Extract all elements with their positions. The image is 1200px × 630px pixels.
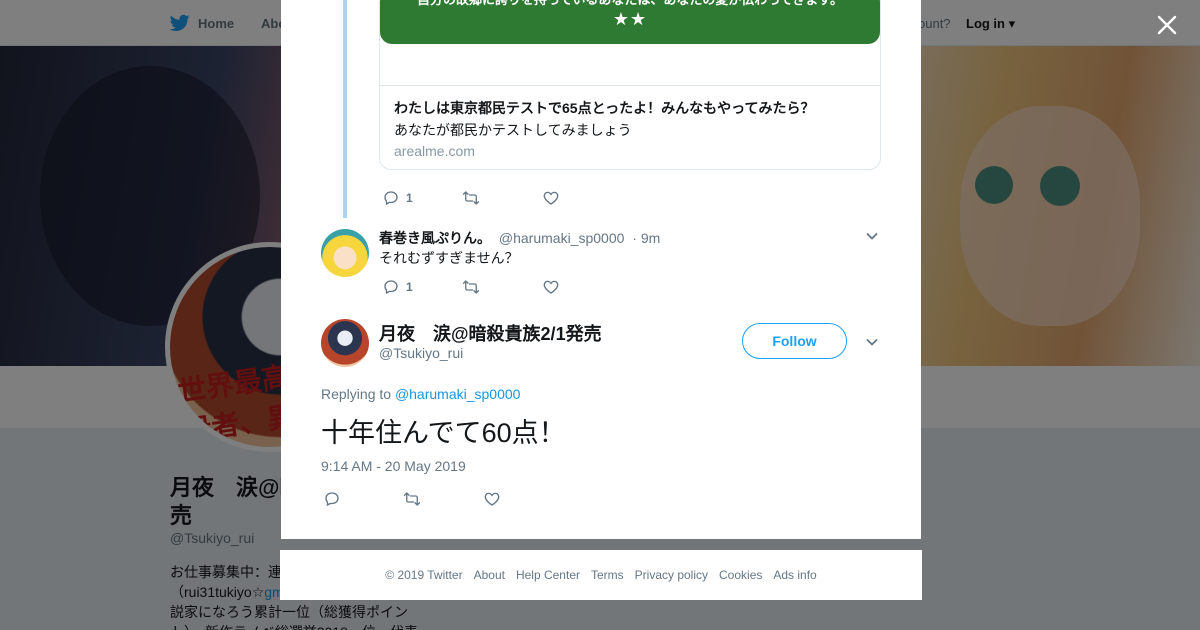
main-author-name[interactable]: 月夜 涙@暗殺貴族2/1発売 xyxy=(379,320,602,346)
like-button[interactable] xyxy=(483,490,563,508)
retweet-button[interactable] xyxy=(462,278,542,296)
close-icon xyxy=(1157,15,1177,35)
card-domain: arealme.com xyxy=(394,143,475,159)
thread-connector xyxy=(343,0,347,218)
replying-handle-link[interactable]: @harumaki_sp0000 xyxy=(395,386,521,402)
close-modal-button[interactable] xyxy=(1154,12,1180,38)
reply-button[interactable]: 1 xyxy=(382,278,462,296)
chevron-down-icon[interactable] xyxy=(865,335,879,349)
reply-tweet-header: 春巻き風ぷりん。 @harumaki_sp0000 · 9m xyxy=(379,228,660,248)
reply-tweet-text: それむずすぎません？ xyxy=(379,250,519,266)
reply-icon xyxy=(325,492,339,507)
retweet-icon xyxy=(403,492,421,506)
link-card[interactable]: 自分の故郷に誇りを持っているあなたは、あなたの愛が伝わってきます。 ★★ わたし… xyxy=(379,0,881,170)
card-title: わたしは東京都民テストで65点とったよ！みんなもやってみたら？ xyxy=(394,100,815,116)
reply-count: 1 xyxy=(406,280,413,294)
follow-button[interactable]: Follow xyxy=(742,323,847,359)
reply-icon xyxy=(384,191,398,206)
main-tweet-text: 十年住んでて60点！ xyxy=(321,418,566,448)
reply-button[interactable]: 1 xyxy=(382,189,462,207)
reply-author-name[interactable]: 春巻き風ぷりん。 xyxy=(379,230,491,246)
replying-prefix: Replying to xyxy=(321,386,392,402)
retweet-button[interactable] xyxy=(403,490,483,508)
retweet-button[interactable] xyxy=(462,189,542,207)
main-tweet-timestamp[interactable]: 9:14 AM - 20 May 2019 xyxy=(321,458,466,474)
card-image-stars: ★★ xyxy=(612,9,648,29)
card-image-text: 自分の故郷に誇りを持っているあなたは、あなたの愛が伝わってきます。 xyxy=(380,0,880,9)
footer-link-cookies[interactable]: Cookies xyxy=(719,568,762,582)
tweet-actions: 1 xyxy=(382,278,622,296)
reply-timestamp[interactable]: · 9m xyxy=(632,230,660,246)
reply-icon xyxy=(384,280,398,295)
card-description: あなたが都民かテストしてみましょう xyxy=(394,122,632,138)
modal-footer: © 2019 Twitter About Help Center Terms P… xyxy=(280,550,922,600)
main-author-handle[interactable]: @Tsukiyo_rui xyxy=(379,345,463,361)
footer-link-privacy[interactable]: Privacy policy xyxy=(635,568,708,582)
tweet-actions xyxy=(323,490,563,508)
like-icon xyxy=(484,492,500,506)
reply-author-handle[interactable]: @harumaki_sp0000 xyxy=(499,230,625,246)
like-icon xyxy=(543,191,559,205)
tweet-permalink-modal: 自分の故郷に誇りを持っているあなたは、あなたの愛が伝わってきます。 ★★ わたし… xyxy=(281,0,921,539)
reply-author-avatar[interactable] xyxy=(321,229,369,277)
footer-link-about[interactable]: About xyxy=(474,568,505,582)
footer-copyright: © 2019 Twitter xyxy=(385,568,463,582)
retweet-icon xyxy=(462,191,480,205)
replying-to: Replying to @harumaki_sp0000 xyxy=(321,386,520,402)
like-icon xyxy=(543,280,559,294)
like-button[interactable] xyxy=(542,278,622,296)
card-image: 自分の故郷に誇りを持っているあなたは、あなたの愛が伝わってきます。 ★★ xyxy=(380,0,880,44)
tweet-actions: 1 xyxy=(382,189,622,207)
footer-link-help-center[interactable]: Help Center xyxy=(516,568,580,582)
main-author-avatar[interactable] xyxy=(321,319,369,367)
retweet-icon xyxy=(462,280,480,294)
chevron-down-icon[interactable] xyxy=(865,229,879,243)
reply-count: 1 xyxy=(406,191,413,205)
footer-link-ads-info[interactable]: Ads info xyxy=(773,568,816,582)
reply-button[interactable] xyxy=(323,490,403,508)
footer-link-terms[interactable]: Terms xyxy=(591,568,624,582)
like-button[interactable] xyxy=(542,189,622,207)
